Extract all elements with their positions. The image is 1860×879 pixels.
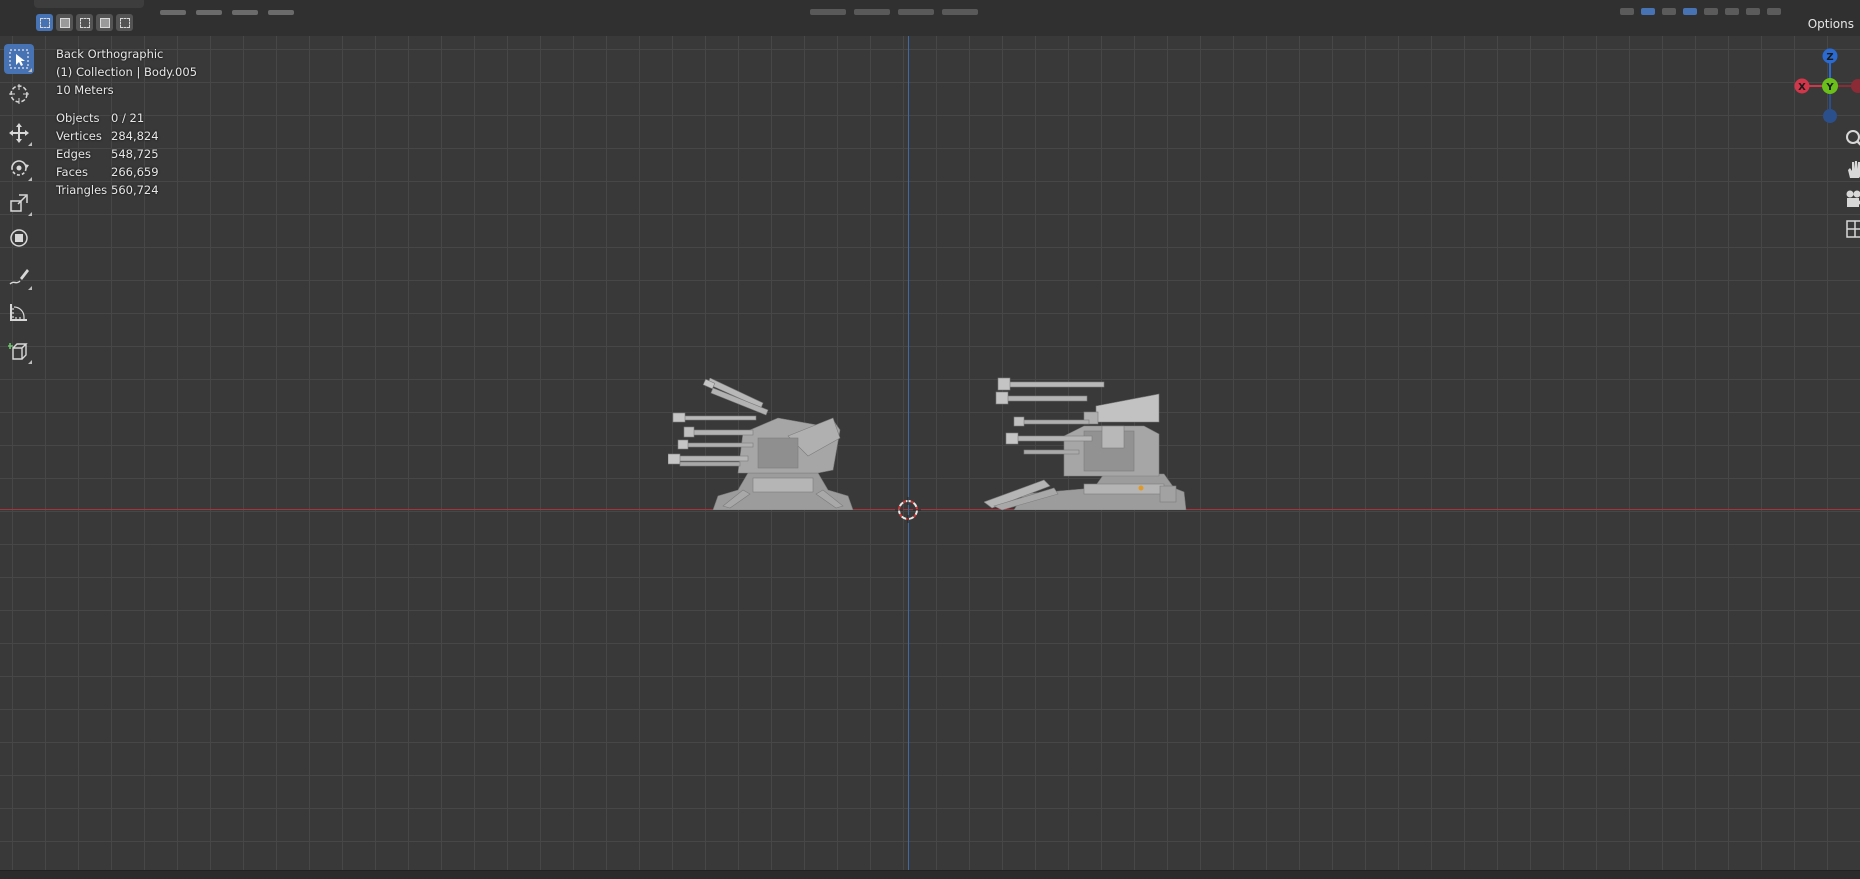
move-icon bbox=[9, 123, 29, 143]
move-tool[interactable] bbox=[4, 118, 34, 148]
transform-tool[interactable] bbox=[4, 223, 34, 253]
stat-label: Vertices bbox=[56, 129, 102, 143]
cursor-tool[interactable] bbox=[4, 79, 34, 109]
zoom-icon[interactable] bbox=[1844, 128, 1860, 150]
stat-value: 0 / 21 bbox=[111, 111, 145, 125]
stat-label: Edges bbox=[56, 147, 91, 161]
add-cube-tool[interactable] bbox=[4, 336, 34, 366]
gizmo-z-label: Z bbox=[1826, 52, 1833, 63]
scale-tool[interactable] bbox=[4, 188, 34, 218]
turret-model-right[interactable] bbox=[984, 376, 1188, 510]
viewport-info-overlay: Back Orthographic (1) Collection | Body.… bbox=[56, 45, 197, 199]
object-mode-dropdown[interactable] bbox=[34, 0, 144, 8]
scene-statistics: Objects 0 / 21 Vertices 284,824 Edges 54… bbox=[56, 109, 197, 199]
stat-label: Faces bbox=[56, 165, 88, 179]
transform-pivot-snap-controls[interactable] bbox=[810, 0, 1050, 15]
3d-viewport[interactable] bbox=[0, 36, 1860, 870]
collection-object-text: (1) Collection | Body.005 bbox=[56, 65, 198, 79]
stat-value: 266,659 bbox=[111, 165, 159, 179]
gizmo-axis-y[interactable]: Y bbox=[1822, 78, 1838, 94]
rotate-icon bbox=[11, 160, 29, 176]
pencil-icon bbox=[9, 269, 29, 285]
select-extend-icon[interactable] bbox=[56, 14, 73, 31]
select-new-icon[interactable] bbox=[36, 14, 53, 31]
status-bar bbox=[0, 870, 1860, 879]
pan-hand-icon[interactable] bbox=[1844, 158, 1860, 180]
gizmo-axis-z[interactable]: Z bbox=[1822, 48, 1838, 64]
shading-controls[interactable] bbox=[1620, 0, 1860, 15]
gizmo-x-label: X bbox=[1798, 82, 1806, 93]
add-cube-icon bbox=[8, 343, 28, 360]
viewport-header: Options bbox=[0, 0, 1860, 36]
select-box-icon bbox=[9, 49, 29, 69]
stat-label: Objects bbox=[56, 111, 100, 125]
view-name-text: Back Orthographic bbox=[56, 47, 164, 61]
measure-tool[interactable] bbox=[4, 297, 34, 327]
scale-icon bbox=[10, 194, 28, 212]
grid-ortho-icon[interactable] bbox=[1844, 218, 1860, 240]
options-button[interactable]: Options bbox=[1802, 14, 1860, 34]
annotate-tool[interactable] bbox=[4, 262, 34, 292]
select-box-tool[interactable] bbox=[4, 44, 34, 74]
tool-shelf bbox=[4, 44, 38, 371]
gizmo-y-label: Y bbox=[1825, 82, 1834, 93]
viewport-menus[interactable] bbox=[160, 0, 320, 15]
navigation-gizmo[interactable]: Z X Y bbox=[1780, 44, 1860, 134]
stat-label: Triangles bbox=[56, 183, 108, 197]
turret-model-left[interactable] bbox=[668, 378, 878, 510]
ruler-icon bbox=[10, 304, 27, 321]
3d-cursor-icon[interactable] bbox=[895, 497, 921, 523]
selection-mode-group bbox=[36, 14, 133, 31]
stat-value: 560,724 bbox=[111, 183, 159, 197]
select-intersect-icon[interactable] bbox=[116, 14, 133, 31]
select-invert-icon[interactable] bbox=[96, 14, 113, 31]
stat-value: 548,725 bbox=[111, 147, 159, 161]
camera-view-icon[interactable] bbox=[1844, 188, 1860, 210]
z-axis-line bbox=[908, 36, 909, 870]
x-axis-line bbox=[0, 509, 1860, 510]
grid-scale-text: 10 Meters bbox=[56, 83, 114, 97]
transform-icon bbox=[10, 229, 28, 247]
cursor-icon bbox=[9, 84, 29, 104]
viewport-nav-buttons bbox=[1844, 128, 1860, 248]
gizmo-axis-x[interactable]: X bbox=[1794, 78, 1810, 94]
select-subtract-icon[interactable] bbox=[76, 14, 93, 31]
rotate-tool[interactable] bbox=[4, 153, 34, 183]
stat-value: 284,824 bbox=[111, 129, 159, 143]
